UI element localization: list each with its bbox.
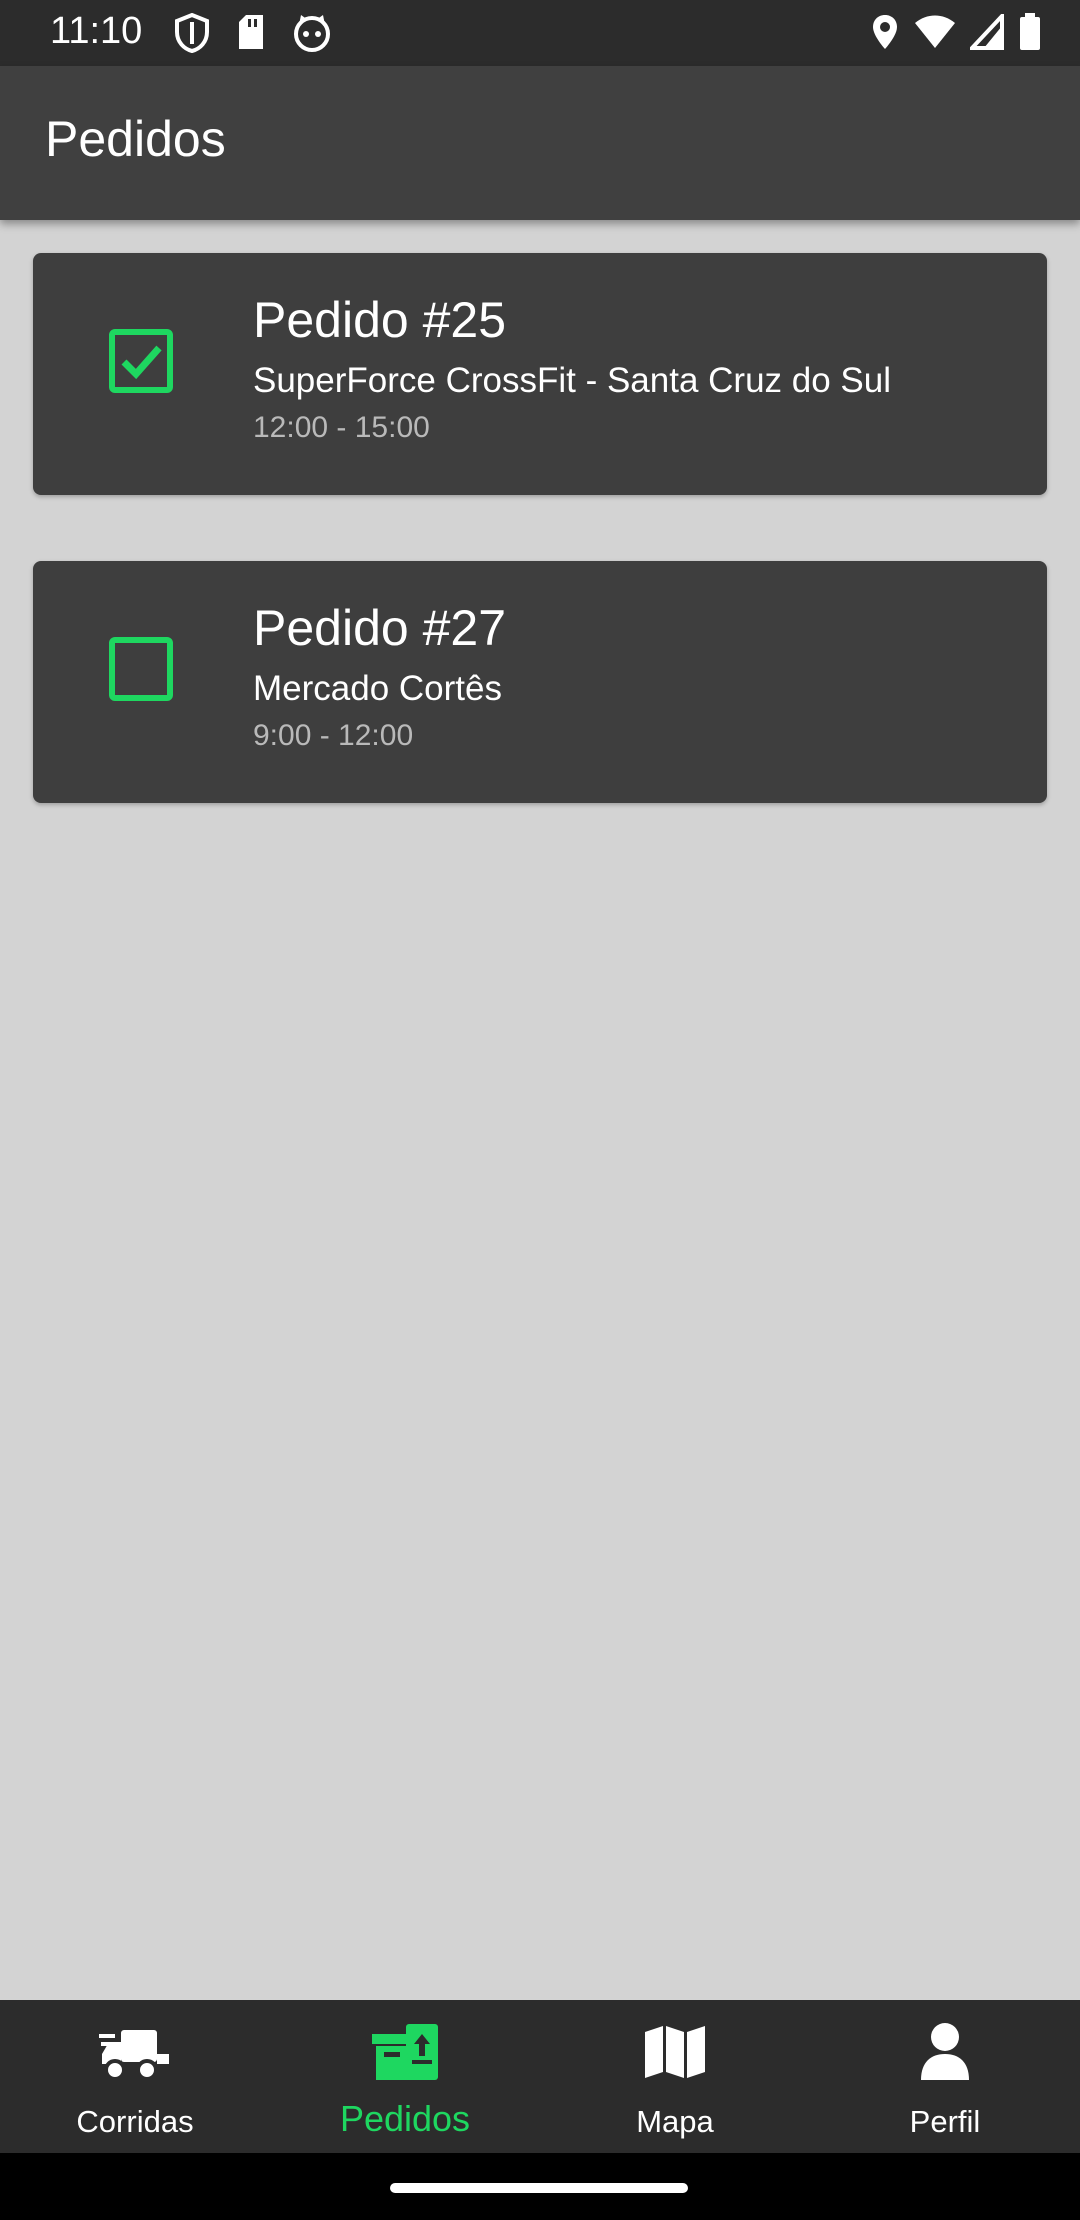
signal-icon (967, 10, 1004, 55)
nav-item-perfil[interactable]: Perfil (810, 2000, 1080, 2153)
nav-label: Pedidos (339, 2098, 471, 2139)
order-card[interactable]: Pedido #25 SuperForce CrossFit - Santa C… (33, 253, 1047, 495)
wifi-icon (914, 14, 956, 55)
status-bar: 11:10 (0, 0, 1080, 66)
status-right-icons (870, 10, 1042, 56)
nav-label: Mapa (636, 2104, 714, 2139)
location-icon (870, 13, 900, 56)
app-bar: Pedidos (0, 66, 1080, 220)
truck-icon (99, 2024, 171, 2082)
order-time: 12:00 - 15:00 (253, 411, 430, 444)
home-gesture-bar[interactable] (390, 2183, 688, 2193)
order-time: 9:00 - 12:00 (253, 719, 414, 752)
status-time: 11:10 (50, 10, 143, 52)
order-title: Pedido #25 (253, 292, 507, 348)
checkbox-unchecked-icon[interactable] (109, 637, 173, 701)
order-card[interactable]: Pedido #27 Mercado Cortês 9:00 - 12:00 (33, 561, 1047, 803)
map-icon (643, 2024, 707, 2080)
nav-item-mapa[interactable]: Mapa (540, 2000, 810, 2153)
nav-item-pedidos[interactable]: Pedidos (270, 2000, 540, 2153)
system-gesture-area (0, 2153, 1080, 2220)
nav-label: Perfil (909, 2104, 981, 2139)
box-upload-icon (370, 2022, 440, 2082)
checkbox-checked-icon[interactable] (109, 329, 173, 393)
nav-label: Corridas (76, 2104, 194, 2139)
order-place: Mercado Cortês (253, 669, 502, 708)
nav-item-corridas[interactable]: Corridas (0, 2000, 270, 2153)
cat-icon (292, 13, 332, 58)
battery-icon (1018, 13, 1042, 56)
order-place: SuperForce CrossFit - Santa Cruz do Sul (253, 361, 892, 400)
shield-icon (174, 12, 210, 58)
page-title: Pedidos (45, 111, 226, 167)
sd-card-icon (236, 13, 266, 58)
bottom-nav: Corridas Pedidos Mapa Perfil (0, 2000, 1080, 2153)
status-left-icons (174, 12, 332, 58)
user-icon (919, 2022, 971, 2082)
order-title: Pedido #27 (253, 600, 507, 656)
